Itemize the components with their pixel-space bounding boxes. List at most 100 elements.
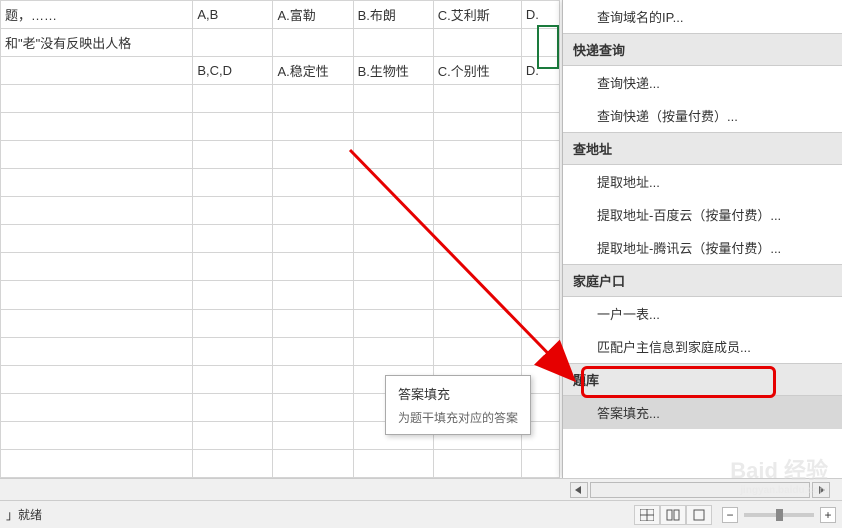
cell[interactable] [521,169,559,197]
cell[interactable] [193,253,273,281]
cell[interactable] [521,281,559,309]
cell[interactable] [433,309,521,337]
cell[interactable] [521,253,559,281]
cell[interactable] [521,113,559,141]
panel-item-query-domain-ip[interactable]: 查询域名的IP... [563,0,842,33]
cell[interactable] [353,141,433,169]
cell[interactable] [521,449,559,477]
cell[interactable]: A.稳定性 [273,57,353,85]
cell[interactable] [521,85,559,113]
panel-item-one-house-one-table[interactable]: 一户一表... [563,297,842,330]
cell[interactable] [353,253,433,281]
cell[interactable] [193,337,273,365]
cell[interactable] [521,309,559,337]
cell[interactable] [353,113,433,141]
cell[interactable] [1,365,193,393]
cell[interactable] [521,141,559,169]
panel-item-extract-address[interactable]: 提取地址... [563,165,842,198]
cell[interactable] [1,393,193,421]
cell[interactable] [433,113,521,141]
view-page-break-button[interactable] [686,505,712,525]
cell[interactable] [193,309,273,337]
panel-item-match-head-info[interactable]: 匹配户主信息到家庭成员... [563,330,842,363]
cell[interactable] [193,281,273,309]
cell[interactable] [193,365,273,393]
cell[interactable] [353,309,433,337]
cell[interactable]: D. [521,57,559,85]
cell[interactable] [433,85,521,113]
cell[interactable] [193,197,273,225]
cell[interactable] [273,449,353,477]
cell[interactable] [273,169,353,197]
cell[interactable] [353,169,433,197]
panel-item-query-express-paid[interactable]: 查询快递（按量付费）... [563,99,842,132]
cell[interactable] [193,421,273,449]
zoom-out-button[interactable]: − [722,507,738,523]
cell[interactable] [1,141,193,169]
cell[interactable]: A,B [193,1,273,29]
cell[interactable] [1,57,193,85]
hscroll-track[interactable] [590,482,810,498]
cell[interactable] [273,337,353,365]
cell[interactable] [193,141,273,169]
cell[interactable] [193,169,273,197]
cell[interactable] [353,281,433,309]
cell[interactable]: C.个别性 [433,57,521,85]
panel-item-extract-address-baidu[interactable]: 提取地址-百度云（按量付费）... [563,198,842,231]
hscroll-left-button[interactable] [570,482,588,498]
cell[interactable] [353,85,433,113]
cell[interactable]: D. [521,1,559,29]
cell[interactable] [521,197,559,225]
cell[interactable] [433,449,521,477]
cell[interactable] [433,337,521,365]
cell[interactable] [273,225,353,253]
cell[interactable] [433,253,521,281]
cell[interactable] [1,449,193,477]
cell[interactable] [1,421,193,449]
cell[interactable]: 题，…… [1,1,193,29]
cell[interactable] [193,449,273,477]
cell[interactable] [273,113,353,141]
cell[interactable] [193,29,273,57]
view-page-layout-button[interactable] [660,505,686,525]
cell[interactable] [353,337,433,365]
cell[interactable] [433,225,521,253]
cell[interactable] [433,141,521,169]
cell[interactable]: A.富勒 [273,1,353,29]
panel-item-query-express[interactable]: 查询快递... [563,66,842,99]
cell[interactable] [273,29,353,57]
cell[interactable] [353,29,433,57]
zoom-slider-thumb[interactable] [776,509,783,521]
cell[interactable] [273,197,353,225]
cell[interactable] [1,197,193,225]
cell[interactable] [521,29,559,57]
cell[interactable] [273,141,353,169]
cell[interactable] [193,225,273,253]
panel-item-answer-fill[interactable]: 答案填充... [563,396,842,429]
cell[interactable] [1,85,193,113]
zoom-in-button[interactable]: + [820,507,836,523]
cell[interactable] [1,337,193,365]
view-normal-button[interactable] [634,505,660,525]
cell[interactable]: 和"老"没有反映出人格 [1,29,193,57]
cell[interactable]: C.艾利斯 [433,1,521,29]
cell[interactable] [433,169,521,197]
cell[interactable] [1,309,193,337]
cell[interactable] [433,29,521,57]
cell[interactable] [273,253,353,281]
cell[interactable] [521,225,559,253]
cell[interactable] [193,393,273,421]
cell[interactable] [1,225,193,253]
cell[interactable] [273,281,353,309]
cell[interactable] [193,113,273,141]
cell[interactable] [353,197,433,225]
cell[interactable] [273,393,353,421]
cell[interactable]: B.生物性 [353,57,433,85]
cell[interactable] [273,365,353,393]
hscroll-right-button[interactable] [812,482,830,498]
cell[interactable] [433,281,521,309]
cell[interactable] [273,85,353,113]
cell[interactable] [353,449,433,477]
cell[interactable] [273,421,353,449]
cell[interactable] [1,113,193,141]
